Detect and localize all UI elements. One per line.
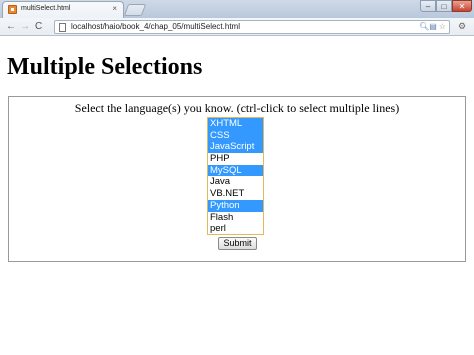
browser-toolbar: ← → C localhost/haio/book_4/chap_05/mult… <box>0 18 474 36</box>
option-vb-net[interactable]: VB.NET <box>208 188 263 200</box>
back-icon[interactable]: ← <box>6 20 16 33</box>
url-text[interactable]: localhost/haio/book_4/chap_05/multiSelec… <box>71 22 240 31</box>
tab-title: multiSelect.html <box>21 5 71 12</box>
page-title: Multiple Selections <box>7 54 203 80</box>
forward-icon[interactable]: → <box>20 20 30 33</box>
html-file-icon <box>8 5 17 14</box>
option-php[interactable]: PHP <box>208 153 263 165</box>
option-xhtml[interactable]: XHTML <box>208 118 263 130</box>
new-tab-button[interactable] <box>123 4 147 16</box>
submit-button[interactable]: Submit <box>218 237 257 250</box>
option-mysql[interactable]: MySQL <box>208 164 263 177</box>
tab-close-icon[interactable]: × <box>112 4 117 13</box>
option-python[interactable]: Python <box>208 199 263 212</box>
minimize-button[interactable]: – <box>420 0 436 12</box>
address-bar[interactable]: localhost/haio/book_4/chap_05/multiSelec… <box>54 20 450 34</box>
option-java[interactable]: Java <box>208 176 263 188</box>
instruction-text: Select the language(s) you know. (ctrl-c… <box>74 101 400 115</box>
title-bar: multiSelect.html × – □ ✕ <box>0 0 474 18</box>
language-multiselect[interactable]: XHTML CSS JavaScript PHP MySQL Java VB.NET Pyth… <box>207 117 264 235</box>
option-css[interactable]: CSS <box>208 129 263 142</box>
form-container: Select the language(s) you know. (ctrl-c… <box>8 96 466 262</box>
translate-icon[interactable]: ▤ <box>429 22 437 31</box>
close-window-button[interactable]: ✕ <box>452 0 472 12</box>
reload-icon[interactable]: C <box>35 20 42 33</box>
search-icon[interactable]: 🔍︎ <box>419 22 429 31</box>
bookmark-star-icon[interactable]: ☆ <box>439 22 446 31</box>
wrench-menu-icon[interactable]: ⚙ <box>458 21 466 32</box>
browser-tab[interactable]: multiSelect.html × <box>2 1 124 18</box>
option-flash[interactable]: Flash <box>208 212 263 224</box>
page-icon <box>59 23 66 32</box>
address-bar-icons: 🔍︎▤ ☆ <box>419 22 446 31</box>
maximize-button[interactable]: □ <box>436 0 452 12</box>
option-perl[interactable]: perl <box>208 223 263 234</box>
option-javascript[interactable]: JavaScript <box>208 141 263 154</box>
